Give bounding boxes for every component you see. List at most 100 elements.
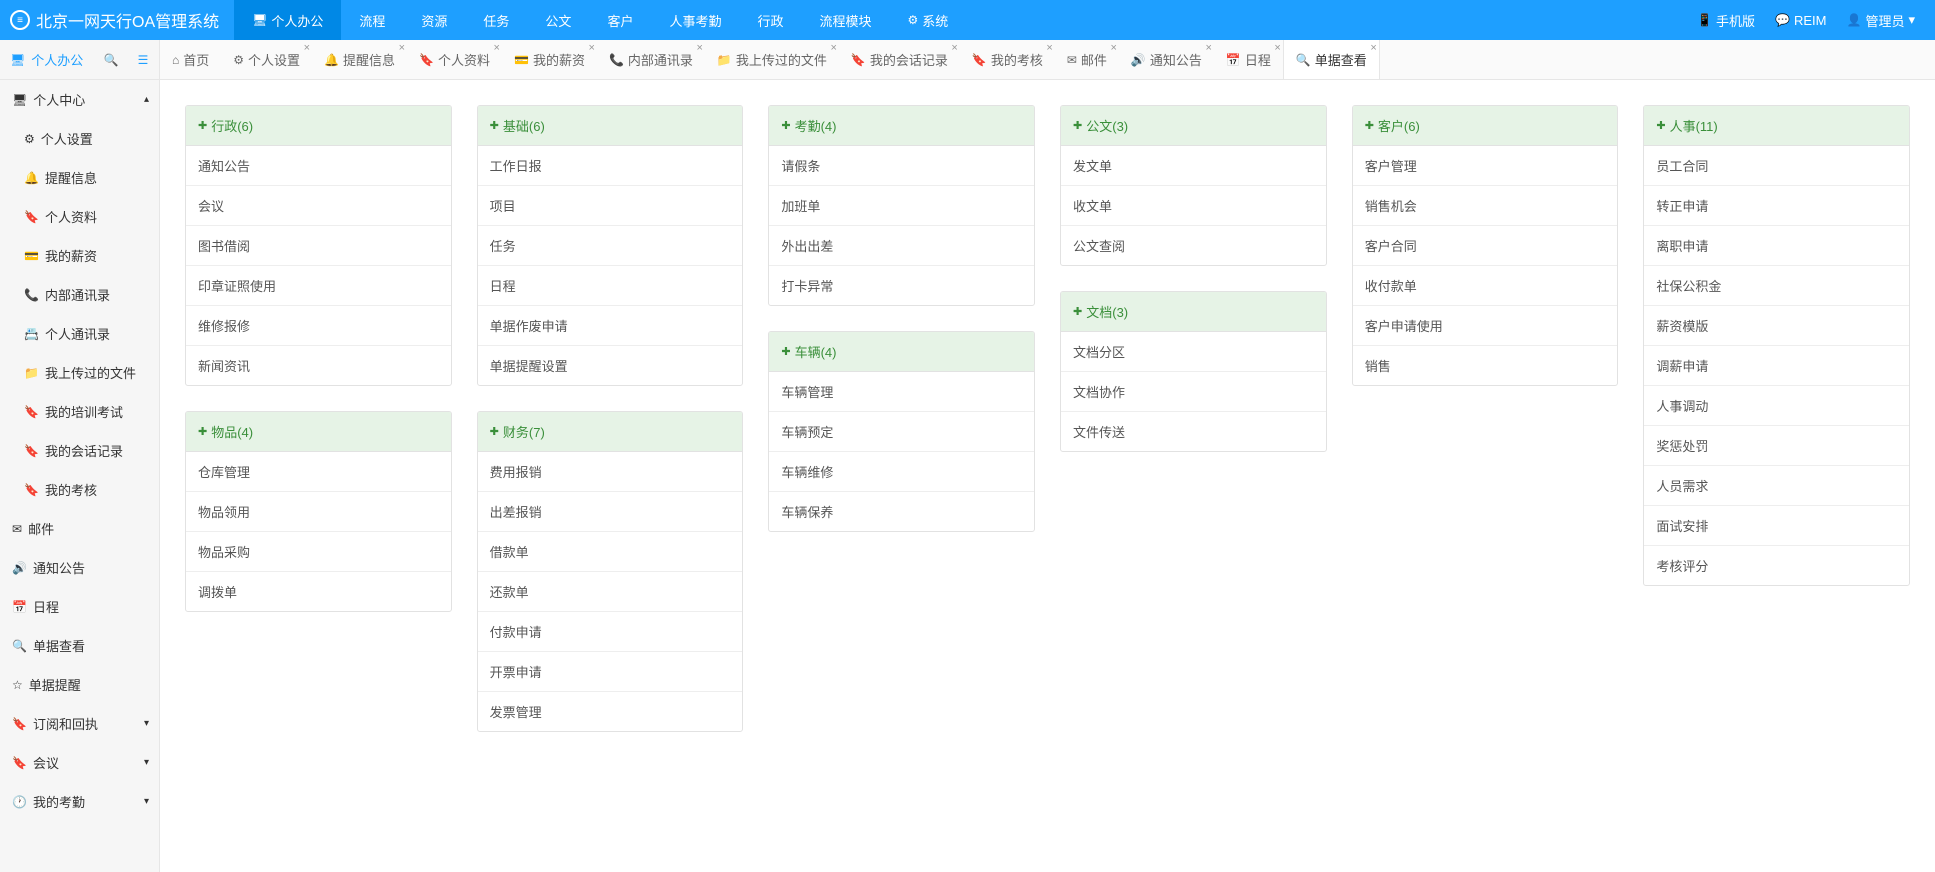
tab-close-button[interactable]: × xyxy=(589,42,595,54)
card-item[interactable]: 加班单 xyxy=(769,186,1034,226)
card-item[interactable]: 社保公积金 xyxy=(1644,266,1909,306)
card-header[interactable]: ✚客户(6) xyxy=(1353,106,1618,146)
card-item[interactable]: 公文查阅 xyxy=(1061,226,1326,265)
tab-7[interactable]: 🔖我的会话记录× xyxy=(839,40,960,80)
tab-close-button[interactable]: × xyxy=(1205,42,1211,54)
tab-close-button[interactable]: × xyxy=(1110,42,1116,54)
card-item[interactable]: 通知公告 xyxy=(186,146,451,186)
sidebar-group-4[interactable]: 🔍单据查看 xyxy=(0,626,159,665)
card-item[interactable]: 发票管理 xyxy=(478,692,743,731)
card-header[interactable]: ✚公文(3) xyxy=(1061,106,1326,146)
sidebar-group-2[interactable]: 🔊通知公告 xyxy=(0,548,159,587)
sidebar-group-0[interactable]: 🖥个人中心▴ xyxy=(0,80,159,119)
card-item[interactable]: 付款申请 xyxy=(478,612,743,652)
sidebar-item-0-8[interactable]: 🔖我的会话记录 xyxy=(0,431,159,470)
sidebar-search-button[interactable]: 🔍 xyxy=(95,40,127,80)
card-item[interactable]: 任务 xyxy=(478,226,743,266)
card-item[interactable]: 出差报销 xyxy=(478,492,743,532)
tab-10[interactable]: 🔊通知公告× xyxy=(1119,40,1214,80)
sidebar-item-0-5[interactable]: 📇个人通讯录 xyxy=(0,314,159,353)
sidebar-group-8[interactable]: 🕐我的考勤▾ xyxy=(0,782,159,821)
tab-close-button[interactable]: × xyxy=(830,42,836,54)
tab-3[interactable]: 🔖个人资料× xyxy=(407,40,502,80)
tab-1[interactable]: ⚙个人设置× xyxy=(221,40,312,80)
card-item[interactable]: 请假条 xyxy=(769,146,1034,186)
card-item[interactable]: 离职申请 xyxy=(1644,226,1909,266)
nav-item-7[interactable]: 行政 xyxy=(739,0,801,40)
card-item[interactable]: 打卡异常 xyxy=(769,266,1034,305)
card-item[interactable]: 调拨单 xyxy=(186,572,451,611)
sidebar-item-0-3[interactable]: 💳我的薪资 xyxy=(0,236,159,275)
nav-item-9[interactable]: ⚙系统 xyxy=(890,0,967,40)
sidebar-menu-button[interactable]: ☰ xyxy=(127,40,159,80)
card-item[interactable]: 维修报修 xyxy=(186,306,451,346)
card-header[interactable]: ✚物品(4) xyxy=(186,412,451,452)
card-item[interactable]: 借款单 xyxy=(478,532,743,572)
nav-item-4[interactable]: 公文 xyxy=(527,0,589,40)
card-item[interactable]: 车辆预定 xyxy=(769,412,1034,452)
tab-0[interactable]: ⌂首页 xyxy=(160,40,221,80)
tab-close-button[interactable]: × xyxy=(696,42,702,54)
nav-item-6[interactable]: 人事考勤 xyxy=(651,0,739,40)
nav-item-3[interactable]: 任务 xyxy=(465,0,527,40)
card-header[interactable]: ✚考勤(4) xyxy=(769,106,1034,146)
card-item[interactable]: 文档协作 xyxy=(1061,372,1326,412)
card-item[interactable]: 图书借阅 xyxy=(186,226,451,266)
header-right-2[interactable]: 👤管理员▾ xyxy=(1847,11,1916,30)
card-item[interactable]: 仓库管理 xyxy=(186,452,451,492)
header-right-1[interactable]: 💬REIM xyxy=(1775,13,1826,28)
tab-5[interactable]: 📞内部通讯录× xyxy=(597,40,705,80)
tab-close-button[interactable]: × xyxy=(304,42,310,54)
card-item[interactable]: 转正申请 xyxy=(1644,186,1909,226)
card-item[interactable]: 调薪申请 xyxy=(1644,346,1909,386)
tab-close-button[interactable]: × xyxy=(1274,42,1280,54)
sidebar-group-1[interactable]: ✉邮件 xyxy=(0,509,159,548)
tab-12[interactable]: 🔍单据查看× xyxy=(1283,40,1380,80)
card-item[interactable]: 人员需求 xyxy=(1644,466,1909,506)
card-item[interactable]: 文档分区 xyxy=(1061,332,1326,372)
sidebar-item-0-9[interactable]: 🔖我的考核 xyxy=(0,470,159,509)
card-item[interactable]: 会议 xyxy=(186,186,451,226)
sidebar-item-0-4[interactable]: 📞内部通讯录 xyxy=(0,275,159,314)
sidebar-group-5[interactable]: ☆单据提醒 xyxy=(0,665,159,704)
card-item[interactable]: 销售机会 xyxy=(1353,186,1618,226)
card-header[interactable]: ✚人事(11) xyxy=(1644,106,1909,146)
card-header[interactable]: ✚财务(7) xyxy=(478,412,743,452)
nav-item-1[interactable]: 流程 xyxy=(341,0,403,40)
card-item[interactable]: 日程 xyxy=(478,266,743,306)
header-right-0[interactable]: 📱手机版 xyxy=(1697,11,1755,30)
card-item[interactable]: 人事调动 xyxy=(1644,386,1909,426)
card-item[interactable]: 发文单 xyxy=(1061,146,1326,186)
sidebar-group-7[interactable]: 🔖会议▾ xyxy=(0,743,159,782)
sidebar-group-6[interactable]: 🔖订阅和回执▾ xyxy=(0,704,159,743)
tab-close-button[interactable]: × xyxy=(494,42,500,54)
sidebar-group-3[interactable]: 📅日程 xyxy=(0,587,159,626)
card-header[interactable]: ✚文档(3) xyxy=(1061,292,1326,332)
tab-11[interactable]: 📅日程× xyxy=(1214,40,1283,80)
tab-9[interactable]: ✉邮件× xyxy=(1055,40,1119,80)
card-item[interactable]: 单据提醒设置 xyxy=(478,346,743,385)
card-item[interactable]: 员工合同 xyxy=(1644,146,1909,186)
tab-close-button[interactable]: × xyxy=(1370,42,1376,54)
card-item[interactable]: 工作日报 xyxy=(478,146,743,186)
sidebar-item-0-7[interactable]: 🔖我的培训考试 xyxy=(0,392,159,431)
tab-close-button[interactable]: × xyxy=(399,42,405,54)
card-header[interactable]: ✚车辆(4) xyxy=(769,332,1034,372)
sidebar-item-0-6[interactable]: 📁我上传过的文件 xyxy=(0,353,159,392)
card-item[interactable]: 客户申请使用 xyxy=(1353,306,1618,346)
card-header[interactable]: ✚行政(6) xyxy=(186,106,451,146)
card-item[interactable]: 客户管理 xyxy=(1353,146,1618,186)
card-header[interactable]: ✚基础(6) xyxy=(478,106,743,146)
card-item[interactable]: 客户合同 xyxy=(1353,226,1618,266)
card-item[interactable]: 车辆管理 xyxy=(769,372,1034,412)
tab-4[interactable]: 💳我的薪资× xyxy=(502,40,597,80)
card-item[interactable]: 物品采购 xyxy=(186,532,451,572)
card-item[interactable]: 销售 xyxy=(1353,346,1618,385)
card-item[interactable]: 项目 xyxy=(478,186,743,226)
card-item[interactable]: 车辆保养 xyxy=(769,492,1034,531)
card-item[interactable]: 收文单 xyxy=(1061,186,1326,226)
tab-close-button[interactable]: × xyxy=(951,42,957,54)
sidebar-item-0-2[interactable]: 🔖个人资料 xyxy=(0,197,159,236)
card-item[interactable]: 面试安排 xyxy=(1644,506,1909,546)
card-item[interactable]: 奖惩处罚 xyxy=(1644,426,1909,466)
